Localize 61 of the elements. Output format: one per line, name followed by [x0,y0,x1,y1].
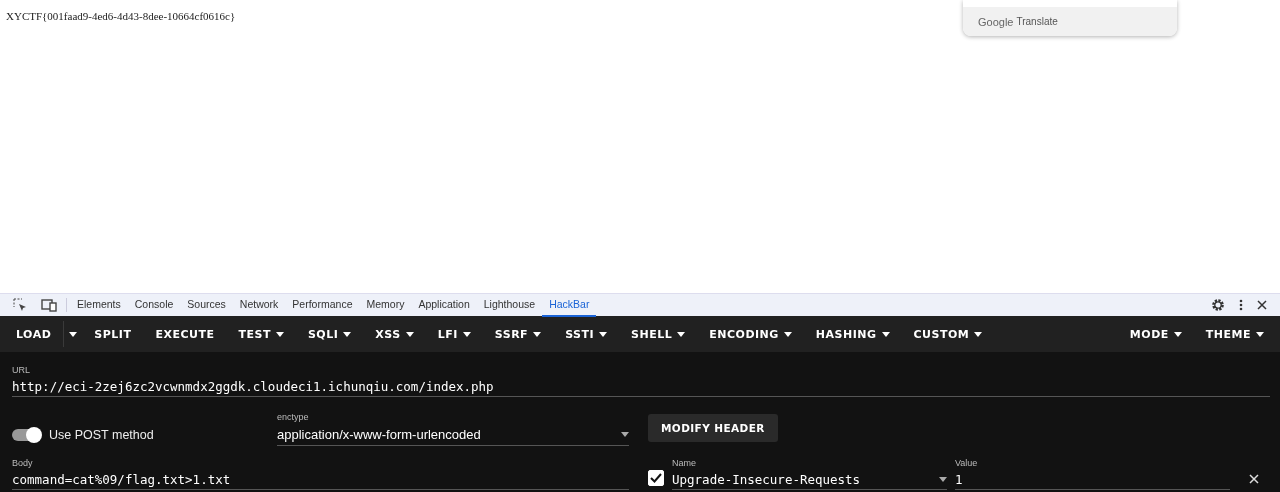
menu-button[interactable]: ENCODING [697,316,804,352]
menu-button[interactable]: SQLI [295,316,364,352]
menu-button[interactable]: SSRF [482,316,554,352]
settings-icon[interactable] [1211,298,1225,312]
devtools-tab[interactable]: Console [127,293,181,317]
caret-icon [939,476,947,482]
menu-button[interactable]: HASHING [803,316,902,352]
caret-icon [1173,331,1182,337]
toolbar-button[interactable]: SPLIT [82,316,144,352]
caret-icon [881,331,890,337]
inspect-icon[interactable] [13,298,27,312]
devtools-tab[interactable]: Performance [285,293,360,317]
devtools-tab[interactable]: Lighthouse [476,293,543,317]
caret-icon [275,331,284,337]
caret-icon [621,431,629,437]
menu-button[interactable]: SHELL [619,316,698,352]
menu-button[interactable]: THEME [1193,316,1276,352]
more-icon[interactable] [1239,299,1243,311]
devtools-tab[interactable]: Application [411,293,477,317]
caret-icon [677,331,686,337]
menu-button[interactable]: CUSTOM [901,316,995,352]
brand-name: Google [978,15,1014,28]
toolbar-button[interactable]: EXECUTE [143,316,227,352]
field-label: URL [12,365,31,376]
header-value-field[interactable]: 1 [955,469,1230,490]
caret-icon [533,331,542,337]
caret-icon [599,331,608,337]
page-text: XYCTF{001faad9-4ed6-4d43-8dee-10664cf0616c} [6,10,236,22]
enctype-select[interactable]: application/x-www-form-urlencoded [277,423,629,446]
menu-button[interactable]: LFI [425,316,483,352]
device-icon[interactable] [41,298,57,312]
caret-icon [343,331,352,337]
check-icon [650,473,662,483]
devtools-tab[interactable]: Network [232,293,286,317]
menu-button[interactable]: MODE [1117,316,1194,352]
caret-icon [1256,331,1264,337]
devtools-tab[interactable]: Elements [70,293,128,317]
toggle-switch[interactable] [12,429,40,441]
caret-icon [974,331,983,337]
menu-button[interactable]: TEST [226,316,296,352]
caret-icon [405,331,414,337]
toggle-label: Use POST method [49,428,154,442]
modify-header-button[interactable]: MODIFY HEADER [648,414,778,442]
field-label: Name [672,458,697,469]
field-label: Body [12,458,34,469]
popup-label: Translate [1016,16,1058,27]
field-label: Value [955,458,979,469]
load-button[interactable]: LOAD [4,316,64,352]
devtools-tab[interactable]: Sources [180,293,233,317]
caret-icon [783,331,792,337]
caret-icon [69,331,78,337]
close-icon[interactable] [1257,300,1267,310]
field-label: enctype [277,412,310,423]
menu-button[interactable]: SSTI [553,316,620,352]
url-field[interactable]: http://eci-2zej6zc2vcwnmdx2ggdk.cloudeci1.ichunqiu.com/index.php [12,376,1270,397]
devtools-tab[interactable]: Memory [359,293,412,317]
caret-icon [462,331,471,337]
header-name-field[interactable]: Upgrade-Insecure-Requests [672,469,947,490]
checkbox[interactable] [648,470,664,486]
menu-button[interactable]: XSS [363,316,426,352]
body-field[interactable]: command=cat%09/flag.txt>1.txt [12,469,629,490]
